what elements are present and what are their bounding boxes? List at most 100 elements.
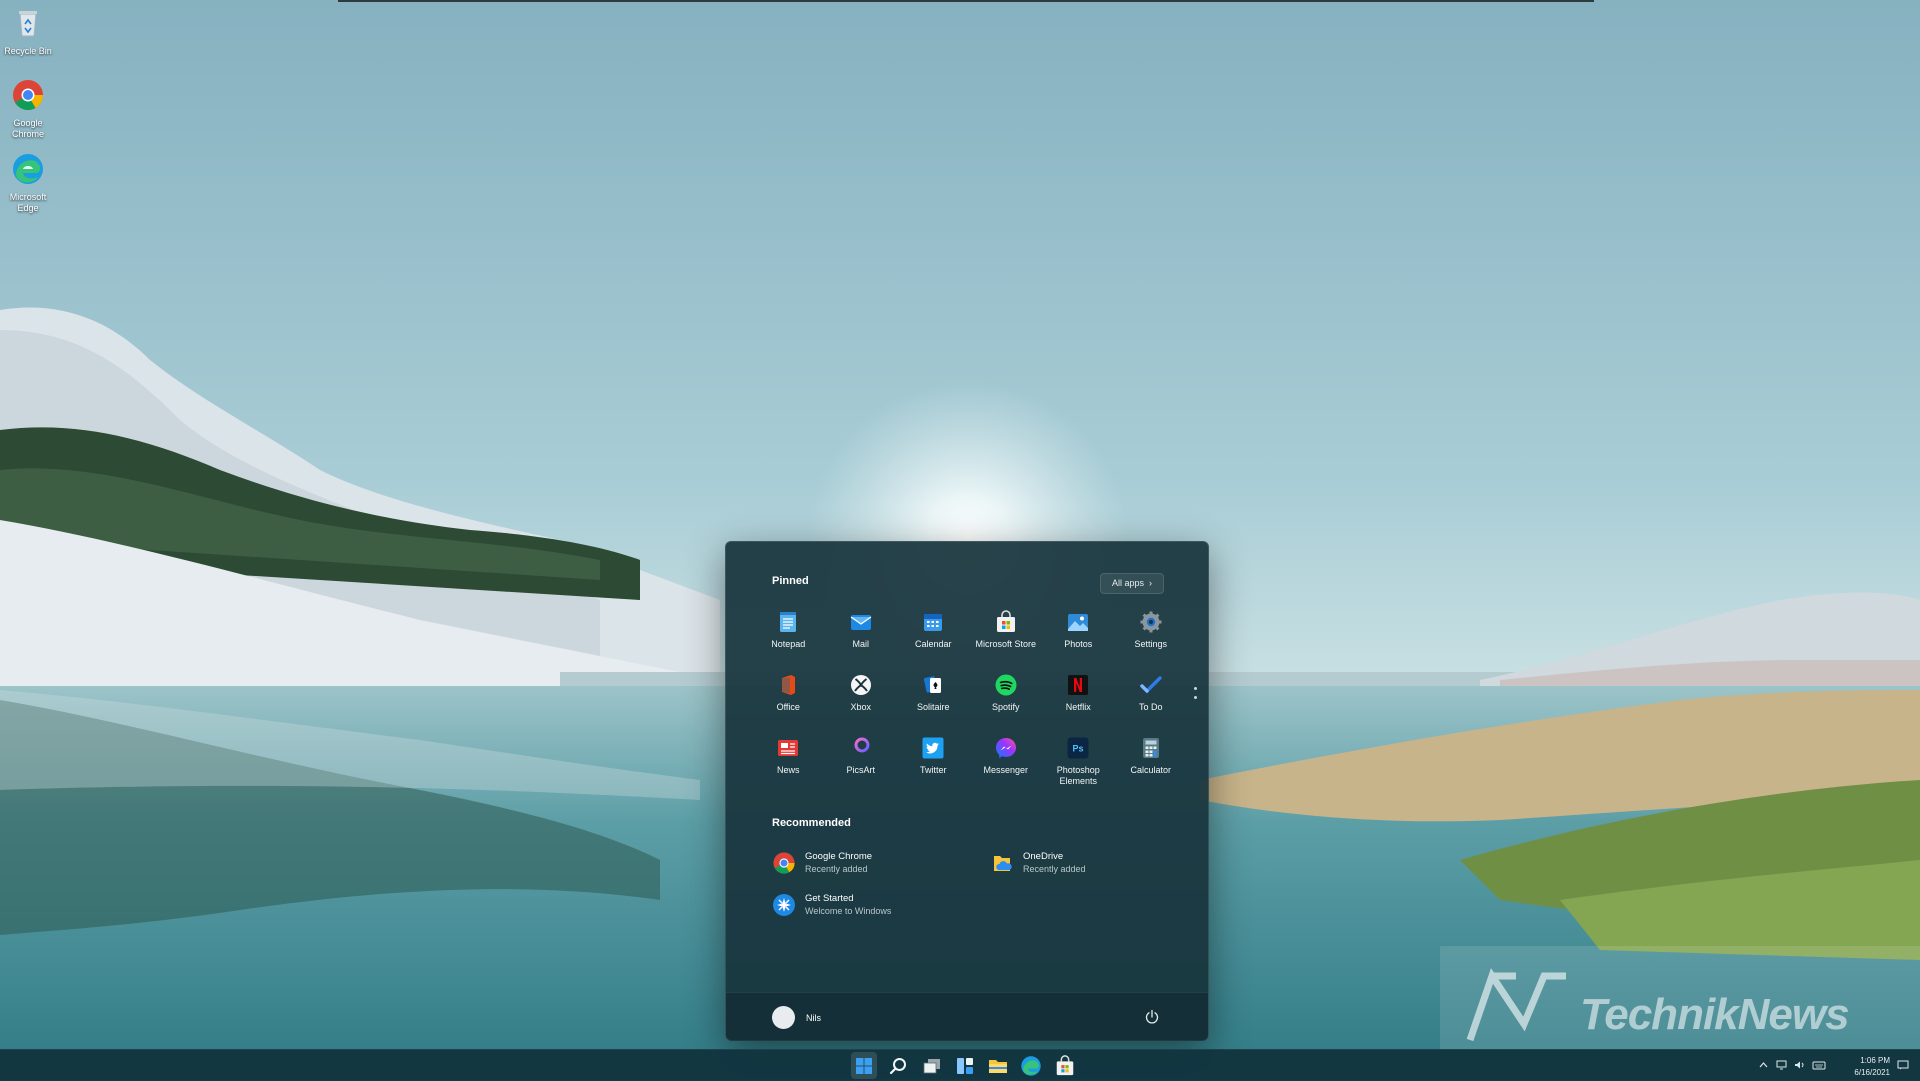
pinned-app-label: Mail [852,639,869,649]
system-tray [1758,1060,1826,1070]
pinned-app-calculator[interactable]: Calculator [1115,732,1188,795]
get-started-icon [773,894,795,916]
windows-start-icon[interactable] [853,1055,875,1077]
pinned-app-label: Photos [1064,639,1093,649]
widgets-icon[interactable] [954,1055,976,1077]
page-dot [1194,687,1197,690]
picsart-icon [854,737,870,759]
pinned-page-indicator[interactable] [1194,687,1198,705]
pinned-apps-grid: Notepad Mail Calendar Microsoft Store Ph… [752,606,1188,795]
recommended-subtitle: Recently added [805,864,868,874]
start-menu: Pinned All apps › Notepad Mail Calendar … [725,541,1209,1041]
desktop-icon-recycle-bin[interactable]: Recycle Bin [4,6,52,57]
pinned-app-label: PicsArt [846,765,875,775]
messenger-icon [995,738,1016,758]
calculator-icon [1142,738,1159,758]
avatar [772,1006,795,1029]
recommended-title: Get Started [805,893,854,904]
start-menu-footer: Nils [726,992,1208,1041]
watermark-logo [1466,968,1566,1042]
pinned-app-label: Calendar [914,639,952,649]
calendar-icon [924,614,943,631]
recommended-subtitle: Recently added [1023,864,1086,874]
user-account-button[interactable]: Nils [772,1006,821,1029]
svg-text:Ps: Ps [1073,744,1084,754]
pinned-app-label: Settings [1134,639,1168,649]
page-dot [1194,696,1197,699]
volume-icon[interactable] [1794,1060,1805,1070]
notification-icon[interactable] [1897,1060,1909,1070]
store-icon [996,610,1015,632]
pinned-app-office[interactable]: Office [752,669,825,732]
mail-icon [850,615,872,630]
pinned-app-picsart[interactable]: PicsArt [825,732,898,795]
pinned-app-xbox[interactable]: Xbox [825,669,898,732]
user-name: Nils [806,1012,821,1023]
office-icon [782,675,796,695]
pinned-app-mail[interactable]: Mail [825,606,898,669]
recommended-item-onedrive[interactable]: OneDrive Recently added [990,851,1086,875]
pinned-app-twitter[interactable]: Twitter [897,732,970,795]
pinned-app-label: Calculator [1130,765,1172,775]
network-icon[interactable] [1776,1060,1787,1070]
pinned-app-label: Photoshop Elements [1056,765,1100,786]
pinned-app-label: Spotify [991,702,1020,712]
photoshop-icon: Ps [1067,737,1089,759]
desktop-icon-label: Microsoft Edge [9,192,47,213]
pinned-app-news[interactable]: News [752,732,825,795]
pinned-app-label: Netflix [1065,702,1091,712]
pinned-app-to-do[interactable]: To Do [1115,669,1188,732]
pinned-app-messenger[interactable]: Messenger [970,732,1043,795]
all-apps-button[interactable]: All apps › [1100,573,1164,594]
pinned-app-label: Xbox [850,702,871,712]
spotify-icon [995,674,1017,696]
edge-icon[interactable] [1020,1055,1042,1077]
store-icon[interactable] [1054,1055,1076,1077]
edge-icon [13,154,43,184]
recommended-item-get-started[interactable]: Get Started Welcome to Windows [772,893,891,917]
photos-icon [1068,614,1089,631]
chrome-icon [13,80,44,111]
pinned-app-photos[interactable]: Photos [1042,606,1115,669]
recommended-item-google-chrome[interactable]: Google Chrome Recently added [772,851,872,875]
pinned-app-label: News [776,765,800,775]
task-view-icon[interactable] [921,1055,943,1077]
search-icon[interactable] [887,1055,909,1077]
file-explorer-icon[interactable] [987,1055,1009,1077]
pinned-app-microsoft-store[interactable]: Microsoft Store [970,606,1043,669]
pinned-app-label: Solitaire [916,702,950,712]
clock-time: 1:06 PM [1860,1056,1890,1065]
recommended-heading: Recommended [772,817,851,829]
gear-icon [1140,611,1162,633]
chevron-up-icon[interactable] [1758,1060,1769,1070]
news-icon [778,740,799,756]
chevron-right-icon: › [1146,578,1153,588]
pinned-app-label: Messenger [983,765,1029,775]
todo-icon [1140,676,1162,694]
taskbar-clock[interactable]: 1:06 PM 6/16/2021 [1830,1055,1890,1079]
pinned-heading: Pinned [772,575,809,587]
pinned-app-netflix[interactable]: Netflix [1042,669,1115,732]
pinned-app-settings[interactable]: Settings [1115,606,1188,669]
taskbar: 1:06 PM 6/16/2021 [0,1049,1920,1081]
pinned-app-label: Microsoft Store [975,639,1037,649]
power-icon[interactable] [1144,1009,1160,1025]
recycle-bin-icon [19,11,37,37]
pinned-app-label: Notepad [771,639,806,649]
desktop-icon-label: Google Chrome [11,118,44,139]
recommended-title: Google Chrome [805,851,873,862]
pinned-app-solitaire[interactable]: Solitaire [897,669,970,732]
pinned-app-spotify[interactable]: Spotify [970,669,1043,732]
desktop-icon-label: Recycle Bin [4,46,52,56]
recommended-title: OneDrive [1023,851,1064,862]
watermark-overlay: TechnikNews [1440,946,1920,1050]
pinned-app-photoshop-elements[interactable]: Ps Photoshop Elements [1042,732,1115,795]
desktop-icon-google-chrome[interactable]: Google Chrome [4,78,52,140]
pinned-app-notepad[interactable]: Notepad [752,606,825,669]
pinned-app-calendar[interactable]: Calendar [897,606,970,669]
keyboard-icon[interactable] [1812,1060,1826,1070]
desktop-icon-microsoft-edge[interactable]: Microsoft Edge [4,152,52,214]
clock-date: 6/16/2021 [1854,1068,1890,1077]
chrome-icon [773,852,795,874]
twitter-icon [922,737,944,759]
